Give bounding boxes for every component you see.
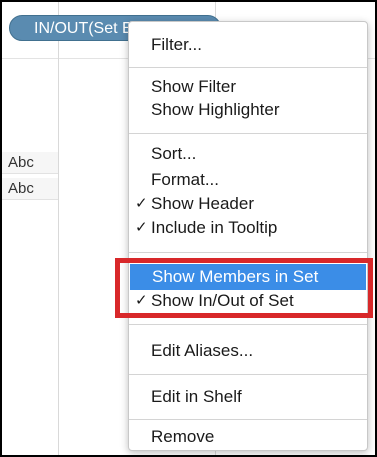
menu-item-edit-in-shelf[interactable]: Edit in Shelf xyxy=(129,384,367,410)
menu-item-include-in-tooltip[interactable]: ✓ Include in Tooltip xyxy=(129,215,367,241)
checkmark-icon: ✓ xyxy=(135,292,148,309)
menu-item-label: Format... xyxy=(151,170,220,189)
menu-item-show-highlighter[interactable]: Show Highlighter xyxy=(129,97,367,123)
menu-item-show-members-in-set[interactable]: Show Members in Set xyxy=(130,264,366,290)
context-menu: Filter... Show Filter Show Highlighter S… xyxy=(128,21,368,451)
checkmark-icon: ✓ xyxy=(135,195,148,212)
menu-item-label: Show Header xyxy=(151,194,255,213)
header-cell: Abc xyxy=(2,152,58,174)
menu-item-label: Show Highlighter xyxy=(151,100,280,119)
header-cell: Abc xyxy=(2,178,58,200)
menu-separator xyxy=(129,67,367,68)
menu-item-show-in-out-of-set[interactable]: ✓ Show In/Out of Set xyxy=(129,288,367,314)
menu-item-label: Show In/Out of Set xyxy=(151,291,294,310)
menu-separator xyxy=(129,133,367,134)
checkmark-icon: ✓ xyxy=(135,219,148,236)
menu-item-label: Filter... xyxy=(151,35,203,54)
column-divider xyxy=(58,2,59,455)
menu-item-label: Show Filter xyxy=(151,77,237,96)
menu-separator xyxy=(129,252,367,253)
menu-item-edit-aliases[interactable]: Edit Aliases... xyxy=(129,338,367,364)
menu-item-label: Edit Aliases... xyxy=(151,341,254,360)
menu-item-label: Include in Tooltip xyxy=(151,218,278,237)
menu-item-label: Sort... xyxy=(151,144,197,163)
menu-separator xyxy=(129,324,367,325)
menu-item-remove[interactable]: Remove xyxy=(129,424,367,450)
menu-item-format[interactable]: Format... xyxy=(129,167,367,193)
menu-separator xyxy=(129,374,367,375)
menu-item-label: Edit in Shelf xyxy=(151,387,242,406)
menu-item-sort[interactable]: Sort... xyxy=(129,141,367,167)
menu-item-label: Show Members in Set xyxy=(152,267,319,286)
menu-separator xyxy=(129,419,367,420)
menu-item-filter[interactable]: Filter... xyxy=(129,32,367,58)
menu-item-show-header[interactable]: ✓ Show Header xyxy=(129,191,367,217)
menu-item-label: Remove xyxy=(151,427,215,446)
